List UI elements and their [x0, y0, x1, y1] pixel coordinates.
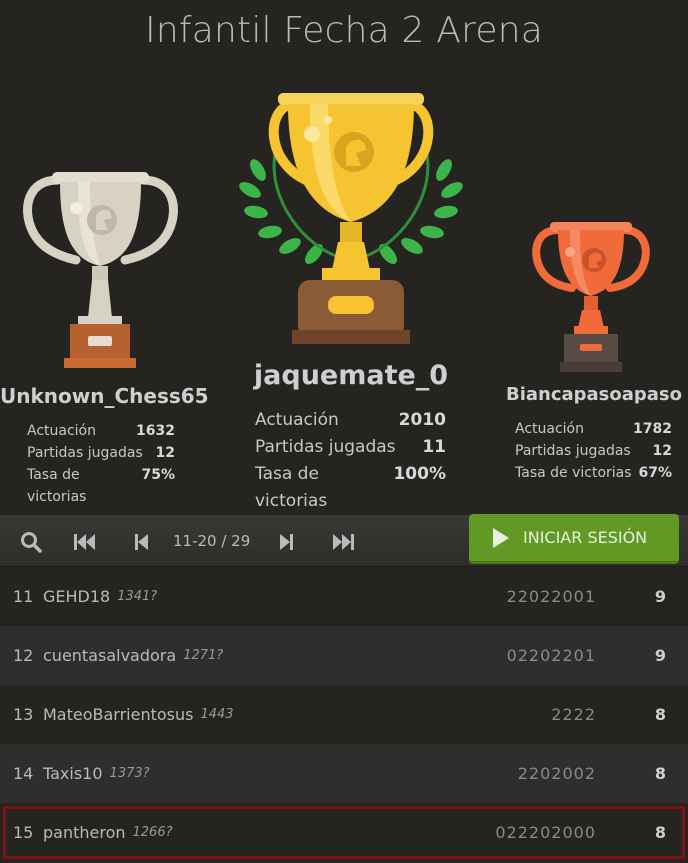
page-title: Infantil Fecha 2 Arena	[145, 10, 543, 51]
player-rank: 11	[13, 587, 34, 606]
second-place-name[interactable]: Unknown_Chess65	[0, 384, 209, 408]
stat-label: Actuación	[255, 410, 339, 430]
first-place-stats: Actuación 2010 Partidas jugadas 11 Tasa de…	[255, 407, 446, 515]
first-page-icon[interactable]	[72, 530, 98, 554]
player-rank: 15	[13, 823, 34, 842]
player-name[interactable]: Taxis10	[43, 764, 103, 783]
stat-label: Actuación	[27, 423, 96, 439]
table-row[interactable]: 12 cuentasalvadora 1271? 02202201 9	[0, 626, 688, 685]
previous-page-icon[interactable]	[128, 530, 154, 554]
login-button[interactable]: INICIAR SESIÓN	[469, 514, 679, 564]
score-sheet: 22022001	[506, 587, 596, 606]
stat-label: Tasa de victorias	[515, 465, 632, 481]
stat-value: 100%	[393, 464, 446, 484]
second-place-player: Unknown_Chess65	[0, 384, 209, 408]
player-rank: 13	[13, 705, 34, 724]
next-page-icon[interactable]	[274, 530, 300, 554]
player-rating: 1373?	[109, 766, 150, 781]
score-sheet: 02202201	[506, 646, 596, 665]
stat-label: Tasa de victorias	[27, 467, 87, 505]
player-name[interactable]: pantheron	[43, 823, 126, 842]
player-rating: 1271?	[183, 648, 224, 663]
table-row[interactable]: 13 MateoBarrientosus 1443 2222 8	[0, 685, 688, 744]
player-rank: 12	[13, 646, 34, 665]
stat-value: 1632	[136, 423, 175, 439]
score-sheet: 2222	[551, 705, 596, 724]
first-place-player: jaquemate_0	[234, 360, 468, 391]
stat-value: 12	[155, 445, 175, 461]
gold-trophy-icon	[239, 93, 463, 344]
player-name[interactable]: MateoBarrientosus	[43, 705, 193, 724]
podium: Unknown_Chess65 Actuación 1632 Partidas j…	[0, 60, 688, 515]
first-place-name[interactable]: jaquemate_0	[234, 360, 468, 391]
table-row[interactable]: 11 GEHD18 1341? 22022001 9	[0, 567, 688, 626]
stat-value: 1782	[633, 421, 672, 437]
third-place-stats: Actuación 1782 Partidas jugadas 12 Tasa de…	[515, 418, 672, 484]
silver-trophy-icon	[23, 172, 178, 368]
third-place-player: Biancapasoapaso	[500, 384, 688, 405]
stat-label: Partidas jugadas	[255, 437, 396, 457]
bronze-trophy-icon	[532, 222, 650, 372]
last-page-icon[interactable]	[330, 530, 356, 554]
search-icon[interactable]	[18, 530, 44, 554]
table-row-current-user[interactable]: 15 pantheron 1266? 022202000 8	[0, 803, 688, 862]
score-sheet: 2202002	[517, 764, 596, 783]
third-place-name[interactable]: Biancapasoapaso	[500, 384, 688, 405]
stat-value: 2010	[398, 410, 446, 430]
total-score: 8	[654, 823, 666, 842]
total-score: 9	[654, 587, 666, 606]
stat-value: 11	[422, 437, 446, 457]
play-icon	[493, 527, 509, 548]
stat-label: Partidas jugadas	[27, 445, 143, 461]
stat-value: 12	[652, 443, 672, 459]
player-name[interactable]: GEHD18	[43, 587, 110, 606]
total-score: 8	[654, 764, 666, 783]
total-score: 9	[654, 646, 666, 665]
stat-label: Tasa de victorias	[255, 464, 328, 511]
standings-table: 11 GEHD18 1341? 22022001 9 12 cuentasalv…	[0, 567, 688, 862]
player-rating: 1266?	[132, 825, 173, 840]
stat-value: 75%	[141, 467, 175, 483]
player-rank: 14	[13, 764, 34, 783]
player-name[interactable]: cuentasalvadora	[43, 646, 176, 665]
player-rating: 1341?	[117, 589, 158, 604]
second-place-stats: Actuación 1632 Partidas jugadas 12 Tasa de…	[27, 420, 175, 508]
table-row[interactable]: 14 Taxis10 1373? 2202002 8	[0, 744, 688, 803]
stat-value: 67%	[638, 465, 672, 481]
stat-label: Actuación	[515, 421, 584, 437]
login-button-label: INICIAR SESIÓN	[523, 528, 648, 547]
page-info: 11-20 / 29	[173, 532, 251, 550]
player-rating: 1443	[200, 707, 234, 722]
score-sheet: 022202000	[495, 823, 596, 842]
total-score: 8	[654, 705, 666, 724]
stat-label: Partidas jugadas	[515, 443, 631, 459]
